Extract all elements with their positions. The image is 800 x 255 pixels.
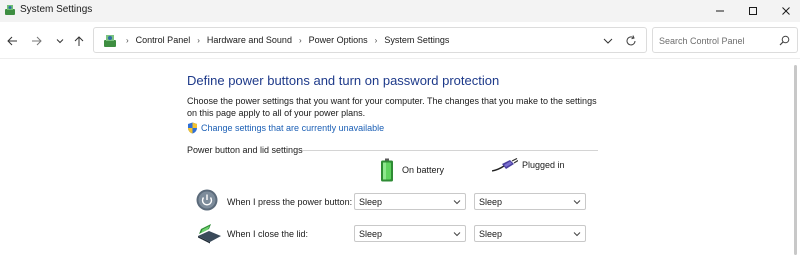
power-button-setting-row: When I press the power button: Sleep Sle… (196, 189, 596, 213)
search-icon[interactable] (779, 35, 790, 46)
section-divider (302, 150, 598, 151)
column-header-on-battery: On battery (380, 158, 444, 182)
select-value: Sleep (479, 229, 503, 239)
chevron-down-icon (453, 232, 461, 237)
chevron-down-icon (453, 200, 461, 205)
page-title: Define power buttons and turn on passwor… (187, 73, 500, 88)
lid-label: When I close the lid: (227, 229, 309, 239)
maximize-icon (749, 7, 757, 15)
window-title: System Settings (20, 4, 93, 15)
search-box[interactable] (652, 27, 798, 53)
maximize-button[interactable] (738, 2, 768, 20)
column-label-on-battery: On battery (402, 165, 445, 175)
page-description: Choose the power settings that you want … (187, 96, 597, 118)
lid-on-battery-select[interactable]: Sleep (354, 225, 466, 242)
scrollbar-thumb[interactable] (794, 65, 797, 255)
vertical-scrollbar[interactable] (790, 59, 800, 255)
select-value: Sleep (359, 229, 383, 239)
power-plug-icon (492, 158, 518, 172)
control-panel-app-icon (5, 5, 15, 15)
breadcrumb-separator[interactable]: › (375, 36, 378, 45)
breadcrumb-separator[interactable]: › (197, 36, 200, 45)
breadcrumb-power-options[interactable]: Power Options (309, 35, 368, 45)
minimize-icon (716, 10, 724, 12)
title-bar: System Settings (0, 0, 800, 22)
close-button[interactable] (771, 2, 800, 20)
minimize-button[interactable] (705, 2, 735, 20)
forward-button[interactable] (28, 32, 46, 50)
address-history-chevron-icon[interactable] (602, 36, 614, 46)
power-button-plugged-in-select[interactable]: Sleep (474, 193, 586, 210)
address-bar[interactable]: › Control Panel › Hardware and Sound › P… (93, 27, 647, 53)
column-header-plugged-in: Plugged in (492, 158, 565, 172)
search-input[interactable] (659, 34, 769, 48)
breadcrumb: › Control Panel › Hardware and Sound › P… (119, 35, 449, 45)
power-button-label: When I press the power button: (227, 197, 353, 207)
change-settings-row: Change settings that are currently unava… (187, 122, 384, 134)
recent-locations-button[interactable] (51, 32, 69, 50)
change-settings-link[interactable]: Change settings that are currently unava… (201, 123, 384, 133)
battery-icon (381, 158, 393, 182)
breadcrumb-control-panel[interactable]: Control Panel (136, 35, 191, 45)
laptop-lid-icon (198, 224, 221, 244)
section-label: Power button and lid settings (187, 145, 307, 155)
lid-plugged-in-select[interactable]: Sleep (474, 225, 586, 242)
control-panel-icon (104, 35, 116, 47)
breadcrumb-separator[interactable]: › (299, 36, 302, 45)
breadcrumb-separator: › (126, 35, 129, 45)
up-button[interactable] (70, 32, 88, 50)
arrow-up-icon (74, 36, 84, 46)
column-label-plugged-in: Plugged in (522, 160, 565, 170)
power-button-icon (196, 189, 218, 211)
select-value: Sleep (359, 197, 383, 207)
chevron-down-icon (573, 200, 581, 205)
select-value: Sleep (479, 197, 503, 207)
uac-shield-icon (188, 122, 197, 134)
lid-setting-row: When I close the lid: Sleep Sleep (196, 221, 596, 245)
refresh-icon[interactable] (624, 34, 638, 48)
navigation-bar: › Control Panel › Hardware and Sound › P… (0, 22, 800, 59)
chevron-down-icon (56, 39, 64, 44)
arrow-right-icon (32, 36, 42, 46)
breadcrumb-hardware-and-sound[interactable]: Hardware and Sound (207, 35, 292, 45)
close-icon (782, 7, 790, 15)
breadcrumb-system-settings[interactable]: System Settings (384, 35, 449, 45)
back-button[interactable] (3, 32, 21, 50)
power-button-on-battery-select[interactable]: Sleep (354, 193, 466, 210)
arrow-left-icon (7, 36, 17, 46)
chevron-down-icon (573, 232, 581, 237)
